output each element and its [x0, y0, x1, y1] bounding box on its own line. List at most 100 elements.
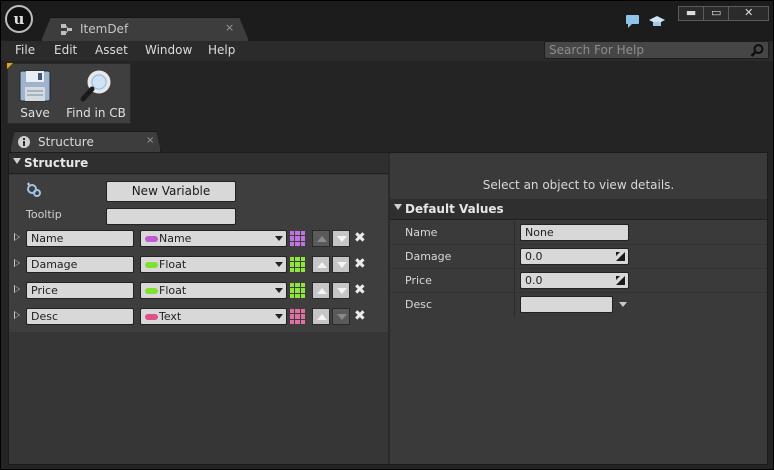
menu-window[interactable]: Window	[145, 43, 192, 57]
remove-icon[interactable]: ✖	[354, 256, 366, 272]
default-value-label: Price	[405, 274, 432, 287]
default-value-row: Price 0.0	[390, 269, 767, 293]
drag-value-icon[interactable]	[616, 276, 625, 285]
close-window-button[interactable]: ✕	[729, 7, 768, 20]
expand-arrow-icon[interactable]	[14, 311, 20, 319]
variable-type-label: Text	[159, 310, 182, 323]
document-tab-close-icon[interactable]: ×	[225, 21, 234, 34]
variable-name-input[interactable]: Name	[26, 230, 134, 247]
move-down-icon	[337, 314, 347, 320]
array-grid-icon[interactable]	[290, 231, 305, 246]
variable-row: Name Name ✖	[9, 228, 388, 250]
find-button-label: Find in CB	[66, 106, 126, 120]
default-value-row: Damage 0.0	[390, 245, 767, 269]
default-values-title: Default Values	[405, 202, 504, 216]
move-down-button[interactable]	[332, 282, 350, 299]
move-up-icon	[317, 288, 327, 294]
asset-toolbar: Save Find in CB	[7, 63, 131, 124]
type-color-pill	[145, 262, 158, 268]
move-up-button[interactable]	[312, 282, 330, 299]
menu-edit[interactable]: Edit	[54, 43, 77, 57]
menu-asset[interactable]: Asset	[95, 43, 128, 57]
ue-logo-icon[interactable]: u	[5, 5, 33, 33]
dropdown-arrow-icon	[275, 236, 283, 241]
default-value-label: Name	[405, 226, 438, 239]
tooltip-input[interactable]	[106, 208, 236, 225]
default-value-label: Desc	[405, 298, 433, 311]
help-search-input[interactable]: Search For Help	[544, 41, 769, 59]
structure-section-header[interactable]: Structure	[9, 153, 388, 174]
array-grid-icon[interactable]	[290, 283, 305, 298]
move-up-icon	[317, 236, 327, 242]
move-up-icon	[317, 314, 327, 320]
chevron-down-icon[interactable]	[619, 302, 627, 307]
structure-panel-tab[interactable]: Structure ×	[10, 131, 161, 152]
expand-arrow-icon[interactable]	[14, 285, 20, 293]
save-button[interactable]: Save	[10, 64, 60, 124]
tooltip-label: Tooltip	[26, 208, 62, 221]
document-tab[interactable]: ItemDef ×	[41, 17, 249, 41]
variable-type-label: Float	[159, 284, 187, 297]
add-variable-icon[interactable]	[26, 182, 42, 198]
chat-icon[interactable]	[625, 13, 641, 29]
expand-arrow-icon[interactable]	[14, 259, 20, 267]
remove-icon[interactable]: ✖	[354, 230, 366, 246]
type-color-pill	[145, 288, 158, 294]
array-grid-icon[interactable]	[290, 257, 305, 272]
structure-section-title: Structure	[24, 156, 89, 170]
variable-row: Price Float ✖	[9, 280, 388, 302]
column-separator	[514, 293, 515, 317]
move-up-button[interactable]	[312, 256, 330, 273]
menu-file[interactable]: File	[15, 43, 35, 57]
move-up-button[interactable]	[312, 230, 330, 247]
variable-type-dropdown[interactable]: Float	[140, 256, 287, 273]
find-in-content-browser-button[interactable]: Find in CB	[63, 64, 129, 124]
editor-window: u ItemDef × ▬ ▭ ✕ File Edit Asset Window…	[0, 0, 774, 470]
default-value-damage-input[interactable]: 0.0	[520, 248, 629, 265]
default-values-header[interactable]: Default Values	[390, 199, 767, 220]
variable-type-dropdown[interactable]: Name	[140, 230, 287, 247]
struct-asset-icon	[61, 24, 72, 35]
minimize-button[interactable]: ▬	[679, 7, 705, 20]
structure-body: New Variable Tooltip Name Name ✖ Damage Floa…	[9, 175, 388, 332]
menu-help[interactable]: Help	[208, 43, 235, 57]
remove-icon[interactable]: ✖	[354, 282, 366, 298]
move-down-button[interactable]	[332, 256, 350, 273]
variable-name-input[interactable]: Damage	[26, 256, 134, 273]
default-value-desc-input[interactable]	[520, 296, 613, 313]
structure-panel: Structure New Variable Tooltip Name Name ✖…	[9, 153, 388, 464]
variable-name-input[interactable]: Price	[26, 282, 134, 299]
array-grid-icon[interactable]	[290, 309, 305, 324]
default-value-name-input[interactable]: None	[520, 224, 629, 241]
move-down-icon	[337, 236, 347, 242]
expand-arrow-icon[interactable]	[14, 233, 20, 241]
structure-tab-close-icon[interactable]: ×	[146, 135, 154, 146]
variable-type-label: Name	[159, 232, 192, 245]
variable-type-dropdown[interactable]: Text	[140, 308, 287, 325]
default-value-price-input[interactable]: 0.0	[520, 272, 629, 289]
save-button-label: Save	[20, 106, 50, 120]
column-separator	[514, 269, 515, 293]
remove-icon[interactable]: ✖	[354, 308, 366, 324]
variable-name-input[interactable]: Desc	[26, 308, 134, 325]
details-panel: Select an object to view details. Defaul…	[390, 153, 767, 464]
variable-type-dropdown[interactable]: Float	[140, 282, 287, 299]
maximize-button[interactable]: ▭	[704, 7, 730, 20]
move-up-button[interactable]	[312, 308, 330, 325]
content-area: Structure New Variable Tooltip Name Name ✖…	[8, 152, 768, 465]
default-value-row: Desc	[390, 293, 767, 317]
variable-row: Damage Float ✖	[9, 254, 388, 276]
move-down-button[interactable]	[332, 230, 350, 247]
new-variable-button[interactable]: New Variable	[106, 181, 236, 202]
drag-value-icon[interactable]	[616, 252, 625, 261]
type-color-pill	[145, 314, 158, 320]
move-down-button[interactable]	[332, 308, 350, 325]
dropdown-arrow-icon	[275, 262, 283, 267]
window-controls: ▬ ▭ ✕	[678, 6, 769, 21]
default-value-text: 0.0	[525, 274, 543, 287]
search-icon[interactable]	[750, 43, 765, 58]
help-search-placeholder: Search For Help	[549, 43, 644, 57]
graduation-cap-icon[interactable]	[649, 13, 665, 29]
dropdown-arrow-icon	[275, 288, 283, 293]
move-down-icon	[337, 288, 347, 294]
